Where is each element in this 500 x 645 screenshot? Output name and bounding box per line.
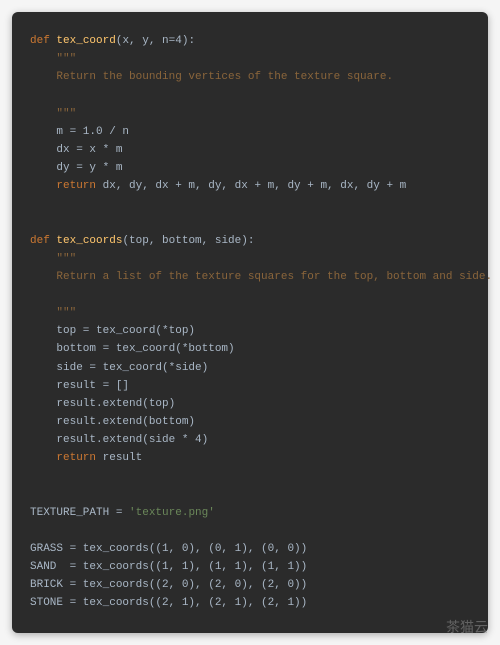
watermark-text: 茶猫云 [446,617,488,637]
code-line: SAND = tex_coords((1, 1), (1, 1), (1, 1)… [30,558,470,576]
keyword-def: def [30,235,50,247]
keyword-def: def [30,35,50,47]
code-line: def tex_coords(top, bottom, side): [30,232,470,250]
docstring-close: """ [30,304,470,322]
operator: = [109,507,129,519]
code-line: result = [] [30,377,470,395]
code-line: side = tex_coord(*side) [30,359,470,377]
return-value: result [96,452,142,464]
blank-line [30,195,470,213]
params: (x, y, n=4): [116,35,195,47]
code-line: BRICK = tex_coords((2, 0), (2, 0), (2, 0… [30,576,470,594]
keyword-return: return [30,180,96,192]
code-line: return result [30,449,470,467]
func-name: tex_coords [56,235,122,247]
code-line: TEXTURE_PATH = 'texture.png' [30,504,470,522]
code-line: bottom = tex_coord(*bottom) [30,340,470,358]
code-line: return dx, dy, dx + m, dy, dx + m, dy + … [30,177,470,195]
blank-line [30,213,470,231]
docstring-line: Return a list of the texture squares for… [30,268,470,286]
params: (top, bottom, side): [122,235,254,247]
code-line: def tex_coord(x, y, n=4): [30,32,470,50]
code-line: result.extend(bottom) [30,413,470,431]
docstring-open: """ [30,250,470,268]
docstring-close: """ [30,105,470,123]
docstring-open: """ [30,50,470,68]
code-line: dy = y * m [30,159,470,177]
blank-line [30,522,470,540]
blank-line [30,467,470,485]
code-line: dx = x * m [30,141,470,159]
blank-line [30,486,470,504]
keyword-return: return [30,452,96,464]
code-line: GRASS = tex_coords((1, 0), (0, 1), (0, 0… [30,540,470,558]
constant: TEXTURE_PATH [30,507,109,519]
code-line: STONE = tex_coords((2, 1), (2, 1), (2, 1… [30,594,470,612]
func-name: tex_coord [56,35,115,47]
code-line: result.extend(side * 4) [30,431,470,449]
string-literal: 'texture.png' [129,507,215,519]
code-line: m = 1.0 / n [30,123,470,141]
blank-line [30,86,470,104]
code-editor: def tex_coord(x, y, n=4): """ Return the… [12,12,488,633]
code-line: top = tex_coord(*top) [30,322,470,340]
blank-line [30,286,470,304]
code-line: result.extend(top) [30,395,470,413]
return-value: dx, dy, dx + m, dy, dx + m, dy + m, dx, … [96,180,406,192]
docstring-line: Return the bounding vertices of the text… [30,68,470,86]
